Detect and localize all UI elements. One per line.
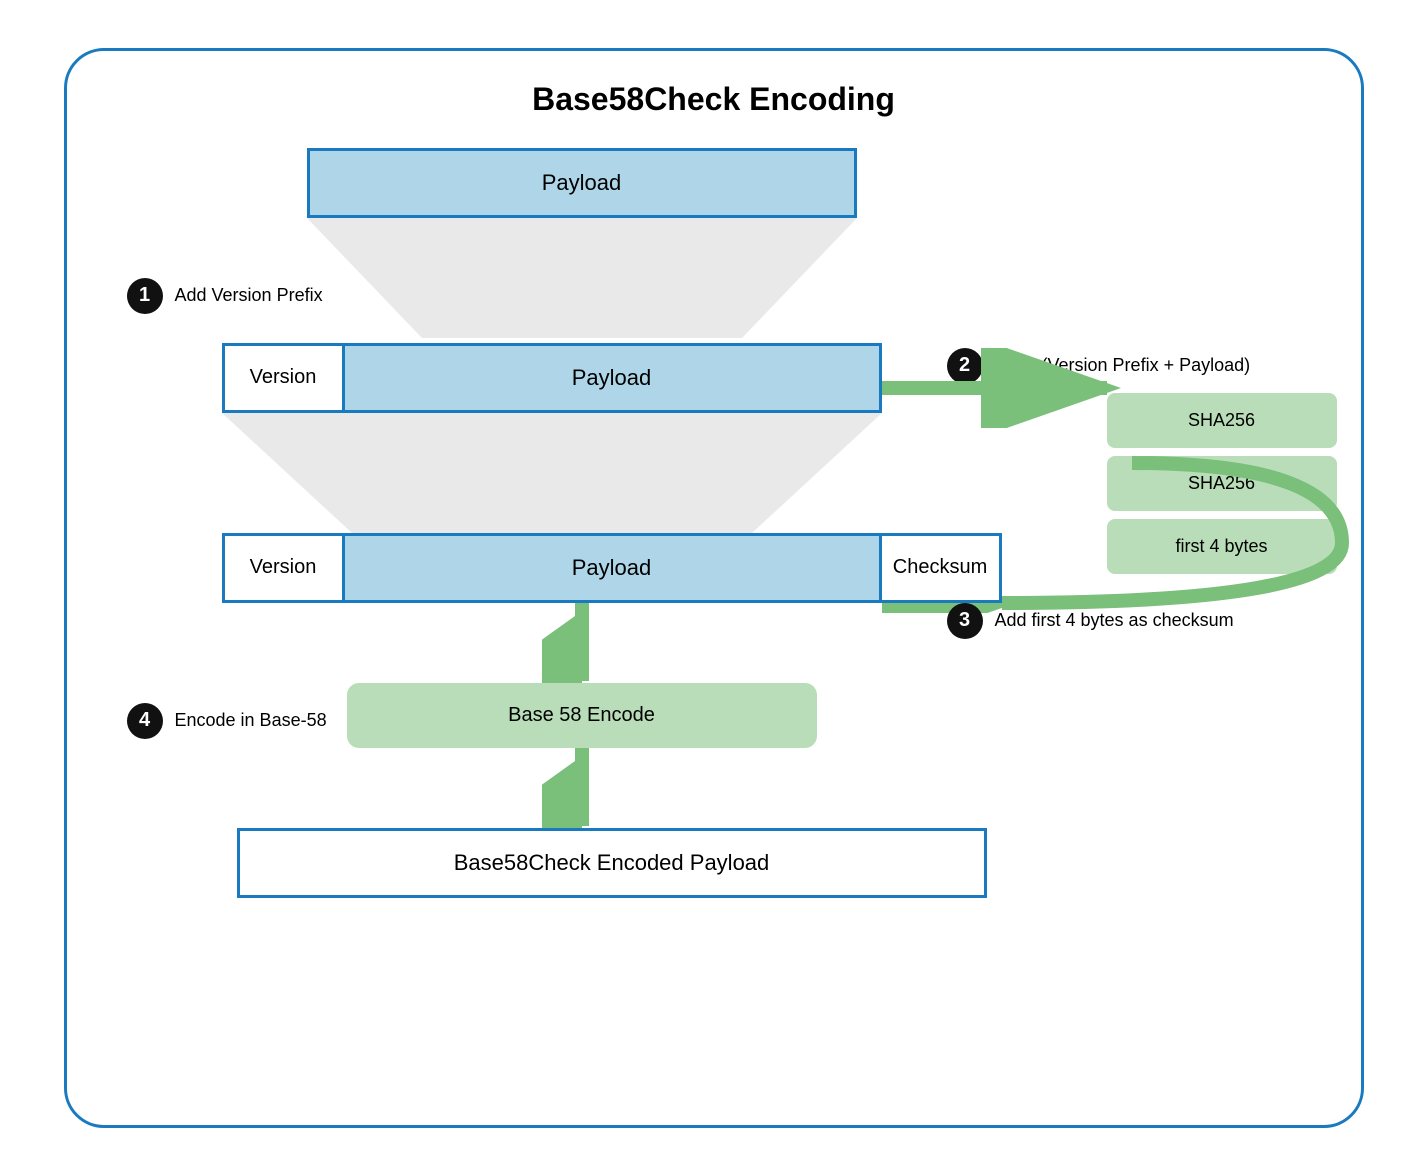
version-box-1: Version [225, 346, 345, 410]
version-payload-checksum-row: Version Payload Checksum [222, 533, 1002, 603]
trapezoid-connector-2 [222, 413, 882, 533]
diagram: Payload 1 Add Version Prefix Version Pay… [107, 148, 1321, 1088]
step1-circle: 1 [127, 278, 163, 314]
arrow-to-final [542, 748, 622, 833]
step1-label: 1 Add Version Prefix [127, 278, 323, 314]
payload-box-bot: Payload [345, 536, 879, 600]
step4-label: 4 Encode in Base-58 [127, 703, 327, 739]
outer-container: Base58Check Encoding Payload 1 Add Versi… [64, 48, 1364, 1128]
version-payload-row: Version Payload [222, 343, 882, 413]
main-title: Base58Check Encoding [107, 81, 1321, 118]
arrow-to-base58 [542, 603, 622, 688]
base58-encode-box: Base 58 Encode [347, 683, 817, 748]
checksum-box: Checksum [879, 536, 999, 600]
trapezoid-connector-1 [307, 218, 857, 338]
step4-circle: 4 [127, 703, 163, 739]
step3-label: 3 Add first 4 bytes as checksum [947, 603, 1234, 639]
payload-box-mid: Payload [345, 346, 879, 410]
version-box-2: Version [225, 536, 345, 600]
step3-circle: 3 [947, 603, 983, 639]
payload-top-box: Payload [307, 148, 857, 218]
final-box: Base58Check Encoded Payload [237, 828, 987, 898]
